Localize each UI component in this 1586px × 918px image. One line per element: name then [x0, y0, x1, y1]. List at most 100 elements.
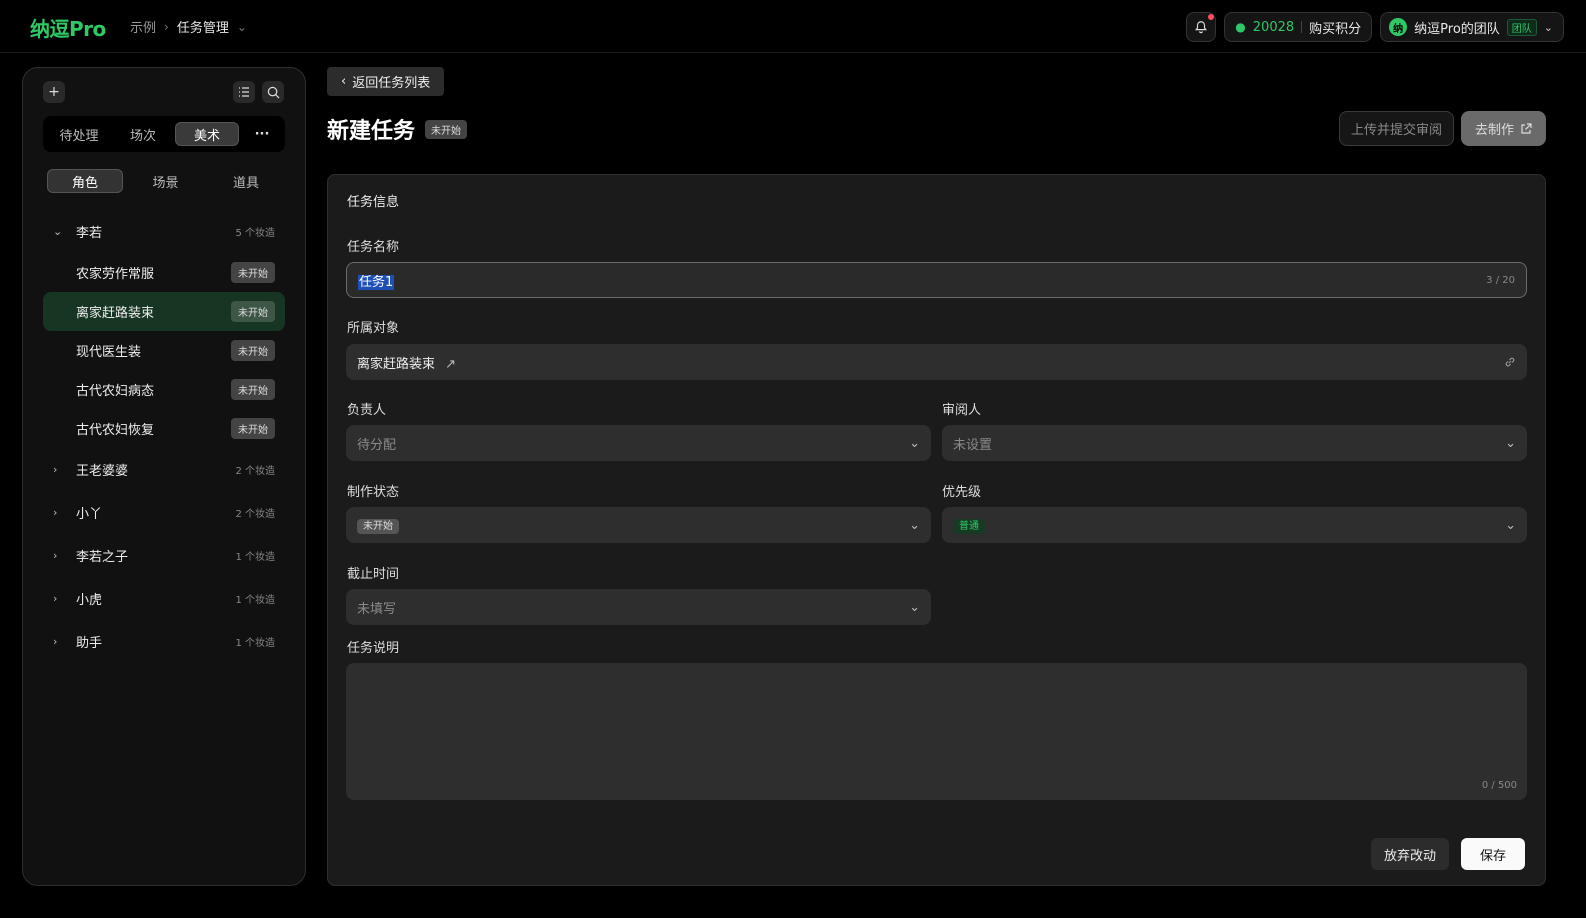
tree-group[interactable]: › 小丫 2 个妆造	[43, 491, 285, 534]
assignee-label: 负责人	[347, 403, 387, 418]
task-name-input[interactable]: 任务1 3 / 20	[346, 262, 1527, 298]
leaf-icon: ●	[1235, 20, 1246, 34]
task-form-panel: 任务信息 任务名称 任务1 3 / 20 所属对象 离家赶路装束 ↗ 负责人 待…	[327, 174, 1546, 886]
back-label: 返回任务列表	[352, 76, 431, 91]
points-widget[interactable]: ● 20028 购买积分	[1224, 12, 1373, 42]
breadcrumb-item-task-management[interactable]: 任务管理	[177, 17, 229, 36]
chevron-right-icon: ›	[53, 463, 58, 476]
go-produce-label: 去制作	[1474, 123, 1514, 138]
assignee-select[interactable]: 待分配 ⌄	[346, 425, 931, 461]
points-value: 20028	[1252, 19, 1295, 35]
list-item[interactable]: 现代医生装 未开始	[43, 331, 285, 370]
char-counter: 3 / 20	[1486, 274, 1515, 286]
group-count: 1 个妆造	[235, 638, 275, 649]
character-tree: ⌄ 李若 5 个妆造 农家劳作常服 未开始 离家赶路装束 未开始 现代医生装 未…	[43, 210, 285, 663]
list-item[interactable]: 农家劳作常服 未开始	[43, 253, 285, 292]
chevron-down-icon: ⌄	[53, 225, 63, 238]
chevron-down-icon: ⌄	[909, 435, 920, 451]
status-badge: 未开始	[425, 119, 468, 139]
object-field[interactable]: 离家赶路装束 ↗	[346, 344, 1527, 380]
status-badge: 未开始	[231, 418, 275, 439]
object-link[interactable]: 离家赶路装束	[357, 357, 435, 372]
status-label: 制作状态	[347, 485, 400, 500]
chevron-down-icon: ⌄	[1505, 517, 1516, 533]
selected-text: 任务1	[358, 274, 395, 290]
app-logo[interactable]: 纳逗Pro	[30, 13, 106, 42]
more-icon[interactable]: ···	[247, 127, 277, 142]
arrow-up-right-icon: ↗	[445, 356, 457, 372]
chevron-down-icon: ⌄	[909, 599, 920, 615]
chevron-right-icon: ›	[53, 592, 58, 605]
chevron-right-icon: ›	[53, 549, 58, 562]
tab-pending[interactable]: 待处理	[47, 122, 111, 146]
priority-select[interactable]: 普通 ⌄	[942, 507, 1527, 543]
notification-button[interactable]	[1186, 12, 1217, 42]
save-button[interactable]: 保存	[1461, 838, 1525, 870]
external-link-icon	[1521, 122, 1532, 134]
status-badge: 未开始	[231, 379, 275, 400]
description-textarea[interactable]: 0 / 500	[346, 663, 1527, 800]
list-item[interactable]: 古代农妇病态 未开始	[43, 370, 285, 409]
subtab-scene[interactable]: 场景	[128, 169, 204, 193]
sidebar-tabs: 待处理 场次 美术 ···	[43, 116, 285, 152]
chevron-down-icon[interactable]: ⌄	[237, 20, 247, 34]
priority-label: 优先级	[942, 485, 982, 500]
tree-group[interactable]: › 助手 1 个妆造	[43, 620, 285, 663]
item-name: 现代医生装	[76, 345, 142, 360]
avatar: 纳	[1389, 18, 1408, 36]
buy-points-link[interactable]: 购买积分	[1309, 18, 1361, 37]
breadcrumb: 示例 › 任务管理 ⌄	[130, 17, 247, 37]
submit-review-button[interactable]: 上传并提交审阅	[1339, 111, 1454, 146]
item-name: 农家劳作常服	[76, 267, 155, 282]
item-name: 古代农妇病态	[76, 384, 155, 399]
group-count: 1 个妆造	[235, 552, 275, 563]
object-value: 离家赶路装束 ↗	[357, 353, 1504, 372]
object-label: 所属对象	[347, 321, 400, 336]
group-name: 小虎	[76, 593, 103, 608]
status-badge: 未开始	[231, 340, 275, 361]
list-view-button[interactable]	[233, 81, 255, 103]
subtab-prop[interactable]: 道具	[208, 169, 284, 193]
tab-scenes[interactable]: 场次	[111, 122, 175, 146]
reviewer-select[interactable]: 未设置 ⌄	[942, 425, 1527, 461]
breadcrumb-item-example[interactable]: 示例	[130, 17, 156, 36]
top-bar: 纳逗Pro 示例 › 任务管理 ⌄ ● 20028 购买积分 纳 纳逗Pro的团…	[0, 0, 1586, 53]
reviewer-label: 审阅人	[942, 403, 982, 418]
link-icon[interactable]	[1504, 356, 1516, 368]
tree-group[interactable]: › 李若之子 1 个妆造	[43, 534, 285, 577]
deadline-picker[interactable]: 未填写 ⌄	[346, 589, 931, 625]
status-select[interactable]: 未开始 ⌄	[346, 507, 931, 543]
task-name-label: 任务名称	[347, 240, 400, 255]
discard-button[interactable]: 放弃改动	[1371, 838, 1449, 870]
priority-badge: 普通	[953, 519, 985, 534]
chevron-right-icon: ›	[164, 19, 169, 34]
tree-group[interactable]: › 小虎 1 个妆造	[43, 577, 285, 620]
char-counter: 0 / 500	[1481, 780, 1517, 791]
search-button[interactable]	[262, 81, 284, 103]
deadline-label: 截止时间	[347, 567, 400, 582]
page-title: 新建任务	[327, 119, 416, 144]
chevron-left-icon: ‹	[341, 74, 347, 89]
tab-art[interactable]: 美术	[175, 122, 239, 146]
notification-dot	[1208, 14, 1215, 20]
group-count: 2 个妆造	[235, 466, 275, 477]
team-tag: 团队	[1506, 18, 1537, 36]
tree-group[interactable]: › 王老婆婆 2 个妆造	[43, 448, 285, 491]
team-name: 纳逗Pro的团队	[1414, 21, 1500, 37]
list-item[interactable]: 古代农妇恢复 未开始	[43, 409, 285, 448]
plus-icon: +	[48, 84, 60, 100]
back-button[interactable]: ‹ 返回任务列表	[327, 67, 445, 96]
group-count: 1 个妆造	[235, 595, 275, 606]
page-title-row: 新建任务 未开始	[327, 113, 468, 145]
assignee-placeholder: 待分配	[357, 437, 397, 453]
add-button[interactable]: +	[43, 81, 65, 103]
subtab-character[interactable]: 角色	[47, 169, 123, 193]
team-switcher[interactable]: 纳 纳逗Pro的团队 团队 ⌄	[1380, 12, 1564, 42]
go-produce-button[interactable]: 去制作	[1461, 111, 1546, 146]
tree-group[interactable]: ⌄ 李若 5 个妆造	[43, 210, 285, 253]
header-actions: ● 20028 购买积分 纳 纳逗Pro的团队 团队 ⌄	[1186, 12, 1564, 42]
list-item-selected[interactable]: 离家赶路装束 未开始	[43, 292, 285, 331]
status-badge: 未开始	[231, 301, 275, 322]
group-name: 李若之子	[76, 550, 129, 565]
item-name: 离家赶路装束	[76, 306, 155, 321]
